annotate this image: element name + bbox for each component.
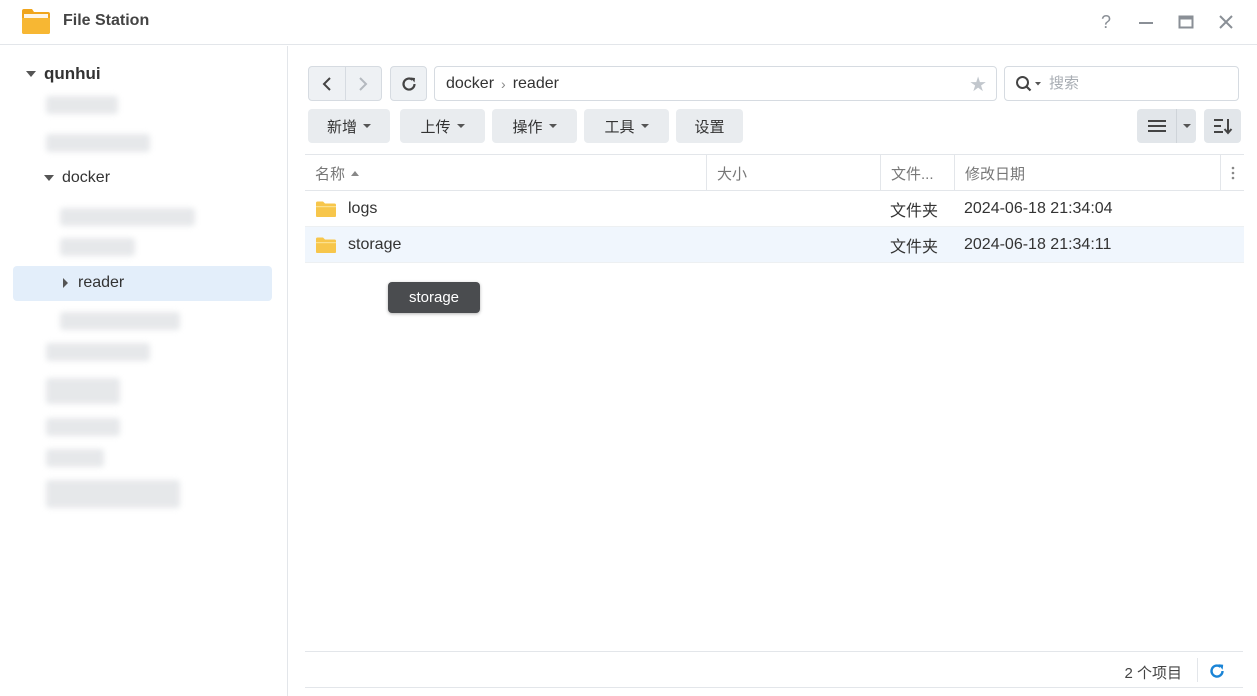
- caret-down-icon: [1182, 124, 1191, 128]
- tree-item-label: reader: [78, 274, 125, 291]
- file-name: logs: [348, 199, 378, 217]
- status-refresh-button[interactable]: [1206, 660, 1228, 682]
- search-box[interactable]: [1004, 66, 1239, 101]
- tools-button[interactable]: 工具: [584, 109, 669, 143]
- upload-button[interactable]: 上传: [400, 109, 485, 143]
- column-header-label: 修改日期: [965, 165, 1026, 183]
- obscured-folder-item[interactable]: [60, 208, 195, 226]
- obscured-folder-item[interactable]: [46, 449, 104, 467]
- item-count: 2 个项目: [1124, 665, 1182, 682]
- sort-ascending-icon: [351, 170, 360, 176]
- table-header: 名称 大小 文件... 修改日期: [305, 154, 1244, 191]
- column-header-name[interactable]: 名称: [305, 155, 707, 191]
- search-input[interactable]: [1049, 75, 1219, 92]
- status-bar: 2 个项目: [305, 651, 1243, 688]
- folder-icon: [316, 201, 336, 217]
- forward-button[interactable]: [344, 67, 381, 100]
- file-type: 文件夹: [890, 238, 939, 256]
- obscured-folder-item[interactable]: [46, 96, 118, 114]
- file-name-cell[interactable]: logs: [315, 191, 377, 226]
- title-bar: File Station ?: [0, 0, 1257, 45]
- view-mode-group: [1137, 109, 1196, 143]
- file-modified-date: 2024-06-18 21:34:04: [964, 199, 1113, 217]
- obscured-folder-item[interactable]: [46, 480, 180, 508]
- file-modified-date: 2024-06-18 21:34:11: [964, 235, 1112, 253]
- file-table: 名称 大小 文件... 修改日期 logs 文件夹 2024-06-18 21:…: [305, 154, 1244, 263]
- favorite-star-icon[interactable]: ★: [969, 72, 987, 97]
- obscured-folder-item[interactable]: [60, 312, 180, 330]
- upload-button-label: 上传: [420, 118, 451, 136]
- file-station-app-icon: [22, 9, 50, 34]
- tree-selection-highlight: [13, 266, 272, 301]
- column-header-size[interactable]: 大小: [706, 155, 881, 191]
- view-mode-dropdown[interactable]: [1176, 109, 1196, 143]
- minimize-icon[interactable]: [1133, 9, 1159, 35]
- caret-down-icon: [548, 124, 557, 128]
- column-options-button[interactable]: [1220, 155, 1244, 191]
- tree-root-qunhui[interactable]: qunhui: [26, 64, 101, 84]
- refresh-button[interactable]: [390, 66, 427, 101]
- action-button[interactable]: 操作: [492, 109, 577, 143]
- column-header-label: 名称: [315, 165, 346, 183]
- tree-item-label: docker: [62, 169, 111, 186]
- back-button[interactable]: [309, 67, 345, 100]
- tree-item-reader[interactable]: reader: [63, 274, 124, 292]
- file-list-panel: docker › reader ★ 新增 上传 操作 工具 设置 名称: [289, 46, 1257, 696]
- refresh-icon: [401, 76, 416, 91]
- table-row[interactable]: storage 文件夹 2024-06-18 21:34:11: [305, 227, 1244, 263]
- obscured-folder-item[interactable]: [46, 343, 150, 361]
- history-nav-group: [308, 66, 382, 101]
- maximize-icon[interactable]: [1173, 9, 1199, 35]
- settings-button[interactable]: 设置: [676, 109, 743, 143]
- sort-icon: [1213, 119, 1232, 135]
- folder-icon: [316, 237, 336, 253]
- refresh-icon: [1210, 664, 1224, 678]
- list-view-icon: [1147, 120, 1166, 132]
- action-button-label: 操作: [512, 118, 543, 136]
- folder-tree-sidebar: qunhui docker reader: [0, 46, 288, 696]
- breadcrumb-separator-icon: ›: [501, 75, 506, 92]
- file-name: storage: [348, 235, 402, 253]
- tools-button-label: 工具: [604, 118, 635, 136]
- chevron-down-icon[interactable]: [26, 71, 36, 77]
- chevron-left-icon: [322, 76, 331, 91]
- column-header-label: 大小: [717, 165, 748, 183]
- obscured-folder-item[interactable]: [46, 378, 120, 404]
- close-icon[interactable]: [1213, 9, 1239, 35]
- help-icon[interactable]: ?: [1093, 9, 1119, 35]
- tree-item-docker[interactable]: docker: [44, 169, 110, 187]
- obscured-folder-item[interactable]: [60, 238, 135, 256]
- file-type: 文件夹: [890, 202, 939, 220]
- breadcrumb-docker[interactable]: docker: [446, 75, 494, 93]
- caret-down-icon: [456, 124, 465, 128]
- create-button[interactable]: 新增: [308, 109, 390, 143]
- filename-tooltip: storage: [388, 282, 480, 313]
- chevron-down-icon[interactable]: [44, 175, 54, 181]
- caret-down-icon: [363, 124, 371, 128]
- column-header-type[interactable]: 文件...: [880, 155, 955, 191]
- caret-down-icon: [640, 124, 649, 128]
- chevron-right-icon: [359, 76, 368, 91]
- list-view-button[interactable]: [1137, 109, 1176, 143]
- path-breadcrumb[interactable]: docker › reader ★: [434, 66, 997, 101]
- create-button-label: 新增: [326, 118, 357, 136]
- column-header-label: 文件...: [891, 165, 934, 183]
- status-divider: [1197, 658, 1198, 682]
- file-name-cell[interactable]: storage: [315, 227, 401, 262]
- sort-button[interactable]: [1204, 109, 1241, 143]
- table-row[interactable]: logs 文件夹 2024-06-18 21:34:04: [305, 191, 1244, 227]
- more-vertical-icon: [1231, 166, 1234, 180]
- obscured-folder-item[interactable]: [46, 418, 120, 436]
- column-header-modified[interactable]: 修改日期: [954, 155, 1220, 191]
- breadcrumb-reader[interactable]: reader: [513, 75, 559, 93]
- obscured-folder-item[interactable]: [46, 134, 150, 152]
- tree-root-label: qunhui: [44, 64, 101, 83]
- window-title: File Station: [63, 12, 150, 29]
- settings-button-label: 设置: [694, 118, 725, 136]
- chevron-right-icon[interactable]: [63, 278, 68, 288]
- search-icon: [1016, 75, 1041, 91]
